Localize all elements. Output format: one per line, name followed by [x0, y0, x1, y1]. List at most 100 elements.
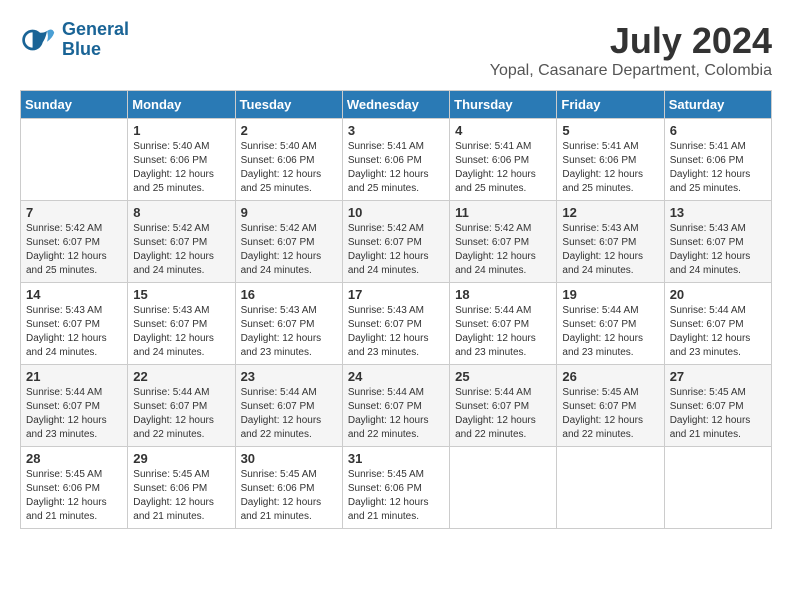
logo-text: General Blue [62, 20, 129, 60]
day-info: Sunrise: 5:44 AMSunset: 6:07 PMDaylight:… [26, 386, 122, 442]
day-info: Sunrise: 5:44 AMSunset: 6:07 PMDaylight:… [455, 386, 551, 442]
header-sunday: Sunday [21, 91, 128, 119]
day-info: Sunrise: 5:45 AMSunset: 6:07 PMDaylight:… [670, 386, 766, 442]
day-number: 24 [348, 369, 444, 384]
calendar-cell: 23 Sunrise: 5:44 AMSunset: 6:07 PMDayligh… [235, 365, 342, 447]
day-number: 15 [133, 287, 229, 302]
day-info: Sunrise: 5:40 AMSunset: 6:06 PMDaylight:… [241, 140, 337, 196]
day-info: Sunrise: 5:45 AMSunset: 6:07 PMDaylight:… [562, 386, 658, 442]
calendar-cell: 24 Sunrise: 5:44 AMSunset: 6:07 PMDayligh… [342, 365, 449, 447]
day-number: 6 [670, 123, 766, 138]
calendar-week-5: 28 Sunrise: 5:45 AMSunset: 6:06 PMDayligh… [21, 447, 772, 529]
calendar-cell: 17 Sunrise: 5:43 AMSunset: 6:07 PMDayligh… [342, 283, 449, 365]
calendar-cell: 25 Sunrise: 5:44 AMSunset: 6:07 PMDayligh… [450, 365, 557, 447]
calendar-cell [664, 447, 771, 529]
day-number: 22 [133, 369, 229, 384]
day-info: Sunrise: 5:42 AMSunset: 6:07 PMDaylight:… [133, 222, 229, 278]
calendar-cell: 1 Sunrise: 5:40 AMSunset: 6:06 PMDaylight… [128, 119, 235, 201]
day-number: 7 [26, 205, 122, 220]
day-number: 31 [348, 451, 444, 466]
header-wednesday: Wednesday [342, 91, 449, 119]
calendar-cell: 27 Sunrise: 5:45 AMSunset: 6:07 PMDayligh… [664, 365, 771, 447]
logo-icon [20, 22, 56, 58]
day-info: Sunrise: 5:41 AMSunset: 6:06 PMDaylight:… [455, 140, 551, 196]
day-number: 2 [241, 123, 337, 138]
day-info: Sunrise: 5:41 AMSunset: 6:06 PMDaylight:… [348, 140, 444, 196]
month-year: July 2024 [490, 20, 772, 62]
calendar-cell: 8 Sunrise: 5:42 AMSunset: 6:07 PMDaylight… [128, 201, 235, 283]
calendar-cell: 13 Sunrise: 5:43 AMSunset: 6:07 PMDayligh… [664, 201, 771, 283]
day-number: 5 [562, 123, 658, 138]
logo-blue: Blue [62, 39, 101, 59]
calendar-cell: 9 Sunrise: 5:42 AMSunset: 6:07 PMDaylight… [235, 201, 342, 283]
calendar-cell: 11Sunrise: 5:42 AMSunset: 6:07 PMDayligh… [450, 201, 557, 283]
day-number: 26 [562, 369, 658, 384]
calendar-cell: 20Sunrise: 5:44 AMSunset: 6:07 PMDayligh… [664, 283, 771, 365]
day-info: Sunrise: 5:44 AMSunset: 6:07 PMDaylight:… [241, 386, 337, 442]
calendar-cell: 16Sunrise: 5:43 AMSunset: 6:07 PMDayligh… [235, 283, 342, 365]
day-info: Sunrise: 5:44 AMSunset: 6:07 PMDaylight:… [670, 304, 766, 360]
header-thursday: Thursday [450, 91, 557, 119]
calendar-cell: 12Sunrise: 5:43 AMSunset: 6:07 PMDayligh… [557, 201, 664, 283]
calendar-cell: 6 Sunrise: 5:41 AMSunset: 6:06 PMDaylight… [664, 119, 771, 201]
day-info: Sunrise: 5:43 AMSunset: 6:07 PMDaylight:… [670, 222, 766, 278]
calendar-cell: 14 Sunrise: 5:43 AMSunset: 6:07 PMDayligh… [21, 283, 128, 365]
calendar-week-4: 21Sunrise: 5:44 AMSunset: 6:07 PMDayligh… [21, 365, 772, 447]
day-info: Sunrise: 5:45 AMSunset: 6:06 PMDaylight:… [26, 468, 122, 524]
day-info: Sunrise: 5:44 AMSunset: 6:07 PMDaylight:… [455, 304, 551, 360]
day-info: Sunrise: 5:42 AMSunset: 6:07 PMDaylight:… [241, 222, 337, 278]
day-info: Sunrise: 5:44 AMSunset: 6:07 PMDaylight:… [348, 386, 444, 442]
calendar-cell [21, 119, 128, 201]
calendar-cell: 10Sunrise: 5:42 AMSunset: 6:07 PMDayligh… [342, 201, 449, 283]
page-header: General Blue July 2024 Yopal, Casanare D… [20, 20, 772, 80]
day-number: 17 [348, 287, 444, 302]
day-number: 30 [241, 451, 337, 466]
day-info: Sunrise: 5:44 AMSunset: 6:07 PMDaylight:… [562, 304, 658, 360]
day-number: 1 [133, 123, 229, 138]
day-info: Sunrise: 5:44 AMSunset: 6:07 PMDaylight:… [133, 386, 229, 442]
day-number: 23 [241, 369, 337, 384]
day-info: Sunrise: 5:43 AMSunset: 6:07 PMDaylight:… [348, 304, 444, 360]
calendar-cell [450, 447, 557, 529]
calendar-week-1: 1 Sunrise: 5:40 AMSunset: 6:06 PMDaylight… [21, 119, 772, 201]
day-number: 8 [133, 205, 229, 220]
day-info: Sunrise: 5:42 AMSunset: 6:07 PMDaylight:… [26, 222, 122, 278]
day-number: 29 [133, 451, 229, 466]
calendar-header-row: SundayMondayTuesdayWednesdayThursdayFrid… [21, 91, 772, 119]
title-block: July 2024 Yopal, Casanare Department, Co… [490, 20, 772, 80]
day-number: 14 [26, 287, 122, 302]
day-info: Sunrise: 5:40 AMSunset: 6:06 PMDaylight:… [133, 140, 229, 196]
day-info: Sunrise: 5:45 AMSunset: 6:06 PMDaylight:… [348, 468, 444, 524]
day-info: Sunrise: 5:43 AMSunset: 6:07 PMDaylight:… [562, 222, 658, 278]
day-number: 13 [670, 205, 766, 220]
day-info: Sunrise: 5:45 AMSunset: 6:06 PMDaylight:… [133, 468, 229, 524]
header-tuesday: Tuesday [235, 91, 342, 119]
day-info: Sunrise: 5:43 AMSunset: 6:07 PMDaylight:… [26, 304, 122, 360]
day-number: 19 [562, 287, 658, 302]
calendar-cell: 7 Sunrise: 5:42 AMSunset: 6:07 PMDaylight… [21, 201, 128, 283]
calendar-cell: 18Sunrise: 5:44 AMSunset: 6:07 PMDayligh… [450, 283, 557, 365]
day-number: 25 [455, 369, 551, 384]
logo-general: General [62, 19, 129, 39]
calendar-week-2: 7 Sunrise: 5:42 AMSunset: 6:07 PMDaylight… [21, 201, 772, 283]
calendar-cell: 15Sunrise: 5:43 AMSunset: 6:07 PMDayligh… [128, 283, 235, 365]
calendar-cell: 28 Sunrise: 5:45 AMSunset: 6:06 PMDayligh… [21, 447, 128, 529]
calendar-cell: 22 Sunrise: 5:44 AMSunset: 6:07 PMDayligh… [128, 365, 235, 447]
day-info: Sunrise: 5:42 AMSunset: 6:07 PMDaylight:… [348, 222, 444, 278]
header-saturday: Saturday [664, 91, 771, 119]
day-info: Sunrise: 5:45 AMSunset: 6:06 PMDaylight:… [241, 468, 337, 524]
day-number: 9 [241, 205, 337, 220]
location: Yopal, Casanare Department, Colombia [490, 62, 772, 80]
header-friday: Friday [557, 91, 664, 119]
day-info: Sunrise: 5:41 AMSunset: 6:06 PMDaylight:… [670, 140, 766, 196]
calendar-cell: 2 Sunrise: 5:40 AMSunset: 6:06 PMDaylight… [235, 119, 342, 201]
calendar-cell: 5Sunrise: 5:41 AMSunset: 6:06 PMDaylight… [557, 119, 664, 201]
header-monday: Monday [128, 91, 235, 119]
day-number: 28 [26, 451, 122, 466]
calendar-cell: 31 Sunrise: 5:45 AMSunset: 6:06 PMDayligh… [342, 447, 449, 529]
day-number: 16 [241, 287, 337, 302]
day-number: 11 [455, 205, 551, 220]
calendar-cell: 19 Sunrise: 5:44 AMSunset: 6:07 PMDayligh… [557, 283, 664, 365]
day-number: 4 [455, 123, 551, 138]
day-number: 27 [670, 369, 766, 384]
